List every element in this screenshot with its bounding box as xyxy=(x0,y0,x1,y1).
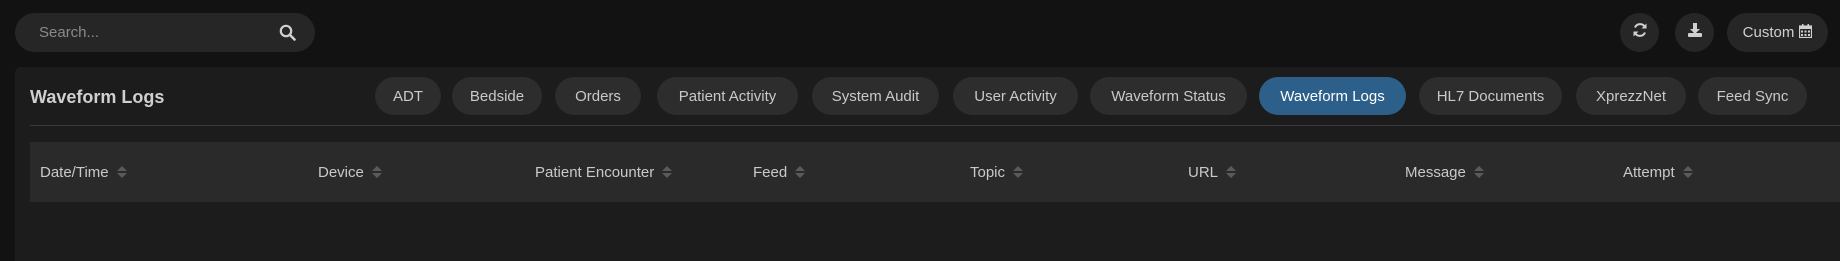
custom-range-label: Custom xyxy=(1742,24,1795,41)
tab-patient-activity[interactable]: Patient Activity xyxy=(657,77,798,115)
column-label: Feed xyxy=(753,163,788,181)
panel-divider xyxy=(30,125,1840,126)
tab-waveform-status[interactable]: Waveform Status xyxy=(1090,77,1247,115)
custom-range-button[interactable]: Custom xyxy=(1727,13,1828,52)
column-header-patient-encounter[interactable]: Patient Encounter xyxy=(535,142,673,202)
column-header-topic[interactable]: Topic xyxy=(970,142,1024,202)
column-label: Device xyxy=(318,163,364,181)
sort-icon xyxy=(371,166,382,178)
search-input[interactable] xyxy=(37,23,277,42)
tab-user-activity[interactable]: User Activity xyxy=(953,77,1078,115)
sort-icon xyxy=(1226,166,1237,178)
search-box[interactable] xyxy=(15,13,315,52)
sort-icon xyxy=(1473,166,1484,178)
panel-title: Waveform Logs xyxy=(30,87,165,107)
sort-icon xyxy=(1682,166,1693,178)
sort-icon xyxy=(1013,166,1024,178)
sort-icon xyxy=(662,166,673,178)
tab-bedside[interactable]: Bedside xyxy=(452,77,542,115)
column-label: Message xyxy=(1405,163,1466,181)
tab-orders[interactable]: Orders xyxy=(555,77,641,115)
search-icon[interactable] xyxy=(277,23,297,43)
column-header-attempt[interactable]: Attempt xyxy=(1623,142,1693,202)
column-header-device[interactable]: Device xyxy=(318,142,382,202)
column-label: Topic xyxy=(970,163,1006,181)
download-icon xyxy=(1687,22,1703,43)
refresh-icon xyxy=(1632,22,1648,43)
column-header-feed[interactable]: Feed xyxy=(753,142,806,202)
tab-xprezznet[interactable]: XprezzNet xyxy=(1576,77,1686,115)
refresh-button[interactable] xyxy=(1620,13,1659,52)
calendar-icon xyxy=(1799,23,1813,42)
column-label: Date/Time xyxy=(40,163,109,181)
table-header: Date/Time Device Patient Encounter Feed … xyxy=(30,142,1840,202)
column-label: Patient Encounter xyxy=(535,163,655,181)
column-header-url[interactable]: URL xyxy=(1188,142,1237,202)
column-header-datetime[interactable]: Date/Time xyxy=(40,142,127,202)
tab-waveform-logs[interactable]: Waveform Logs xyxy=(1259,77,1406,115)
tab-system-audit[interactable]: System Audit xyxy=(812,77,939,115)
tab-hl7-documents[interactable]: HL7 Documents xyxy=(1419,77,1562,115)
column-label: URL xyxy=(1188,163,1219,181)
sort-icon xyxy=(795,166,806,178)
sort-icon xyxy=(116,166,127,178)
tab-feed-sync[interactable]: Feed Sync xyxy=(1698,77,1807,115)
logs-panel: Waveform Logs ADT Bedside Orders Patient… xyxy=(15,67,1840,261)
column-header-message[interactable]: Message xyxy=(1405,142,1484,202)
column-label: Attempt xyxy=(1623,163,1675,181)
tab-adt[interactable]: ADT xyxy=(375,77,441,115)
download-button[interactable] xyxy=(1675,13,1714,52)
